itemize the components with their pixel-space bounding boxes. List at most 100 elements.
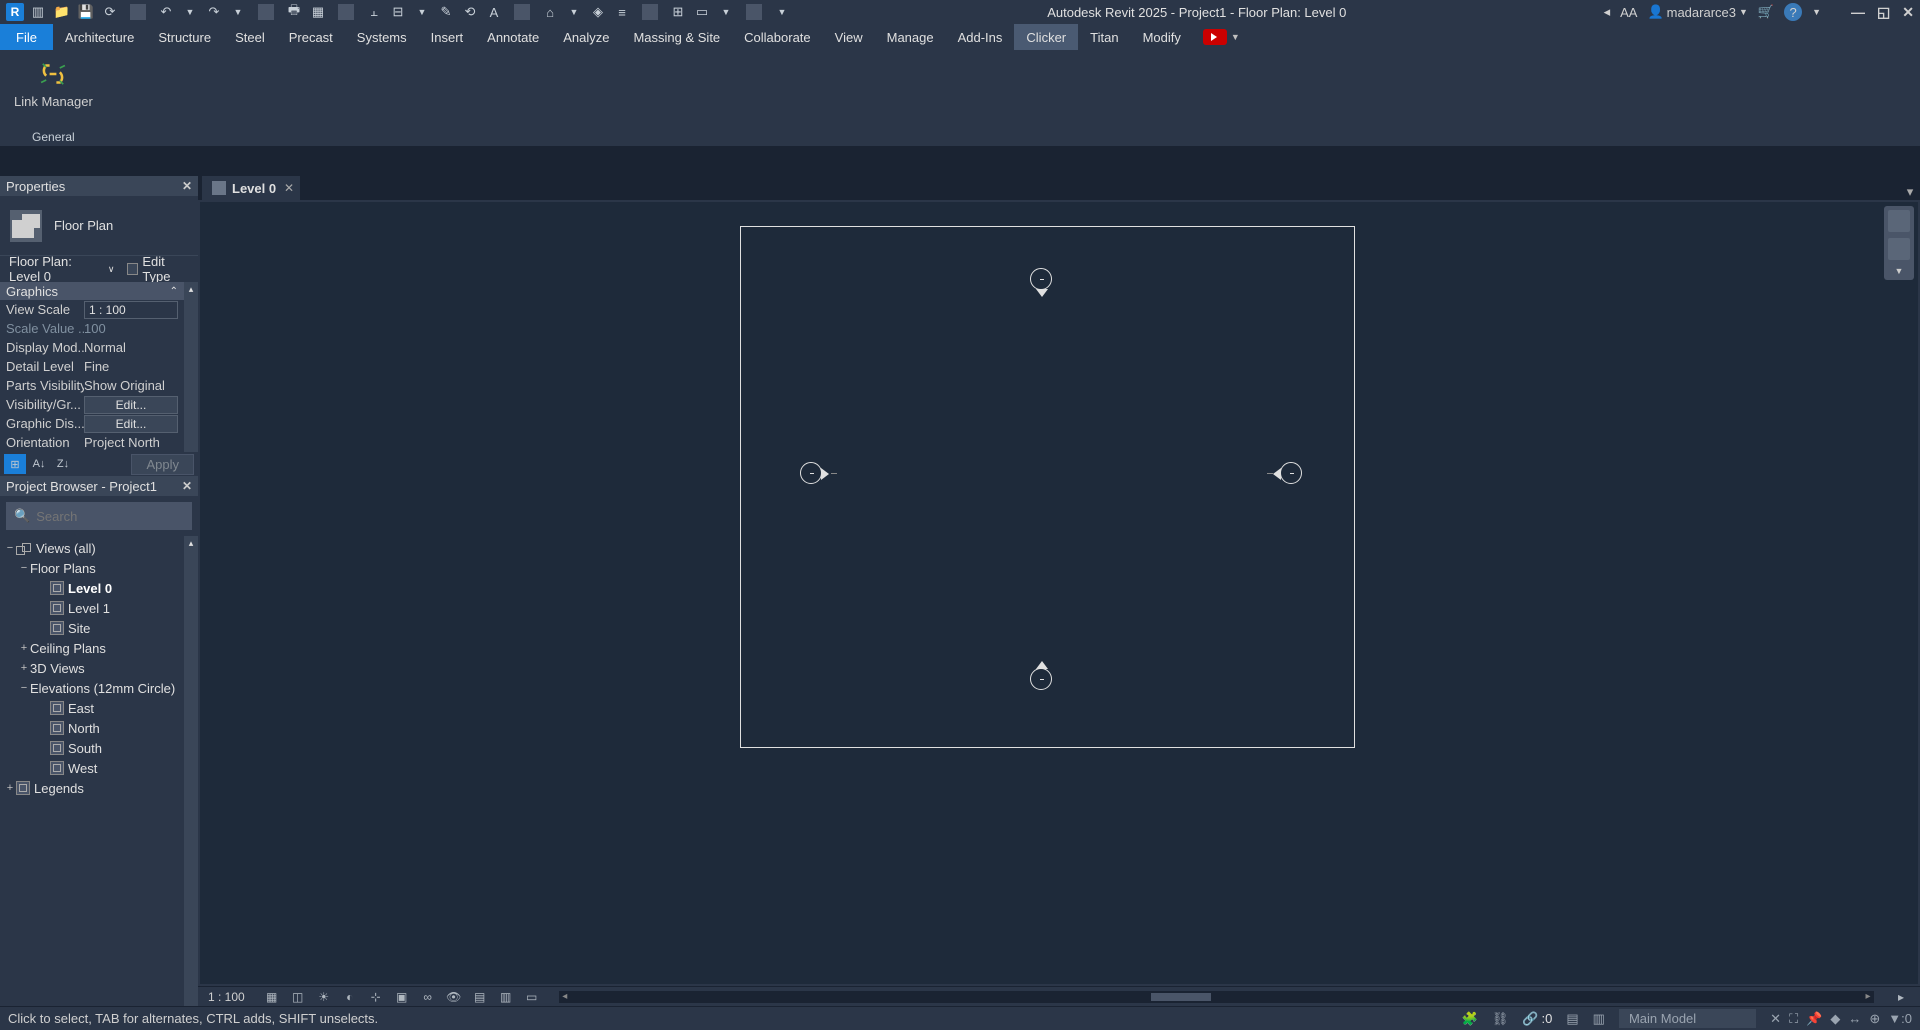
browser-header[interactable]: Project Browser - Project1 ✕	[0, 476, 198, 496]
qat-tag-icon[interactable]: ✎	[438, 4, 454, 20]
tree-views[interactable]: −Views (all)	[0, 538, 184, 558]
qat-sync-icon[interactable]: ⟳	[102, 4, 118, 20]
crop-icon[interactable]: ⊹	[367, 990, 385, 1004]
qat-text-icon[interactable]: A	[486, 4, 502, 20]
tree-east[interactable]: East	[0, 698, 184, 718]
qat-open-icon[interactable]: ▥	[30, 4, 46, 20]
qat-switch-icon[interactable]: ▭	[694, 4, 710, 20]
browser-scrollbar[interactable]: ▴	[184, 536, 198, 1006]
search-input[interactable]	[36, 509, 212, 524]
background-icon[interactable]: ⊕	[1869, 1011, 1880, 1027]
tree-site[interactable]: Site	[0, 618, 184, 638]
scroll-end-icon[interactable]: ▸	[1892, 990, 1910, 1004]
detail-level-icon[interactable]: ▦	[263, 990, 281, 1004]
menu-insert[interactable]: Insert	[419, 24, 476, 50]
drawing-canvas[interactable]: ▼	[200, 202, 1918, 984]
elevation-marker-west[interactable]	[800, 462, 822, 484]
gdo-edit-button[interactable]: Edit...	[84, 415, 178, 433]
elevation-marker-north[interactable]	[1030, 268, 1052, 290]
tree-north[interactable]: North	[0, 718, 184, 738]
main-model-dropdown[interactable]: Main Model	[1619, 1009, 1756, 1028]
link-manager-button[interactable]: Link Manager	[14, 56, 93, 109]
qat-folder-icon[interactable]: 📁	[54, 4, 70, 20]
close-icon[interactable]: ✕	[1902, 4, 1914, 21]
cart-icon[interactable]: 🛒	[1758, 4, 1774, 20]
revit-logo-icon[interactable]: R	[6, 3, 24, 21]
temp-hide-icon[interactable]: 👁	[445, 990, 463, 1004]
tree-3d[interactable]: +3D Views	[0, 658, 184, 678]
menu-structure[interactable]: Structure	[146, 24, 223, 50]
sun-path-icon[interactable]: ☀	[315, 990, 333, 1004]
elevation-marker-east[interactable]	[1280, 462, 1302, 484]
design-options-icon[interactable]: ▤	[1566, 1011, 1578, 1027]
select-underlay-icon[interactable]: ⛶	[1789, 1011, 1798, 1027]
zoom-icon[interactable]	[1888, 238, 1910, 260]
tree-floor-plans[interactable]: −Floor Plans	[0, 558, 184, 578]
properties-scrollbar[interactable]: ▴	[184, 282, 198, 452]
menu-architecture[interactable]: Architecture	[53, 24, 146, 50]
menu-file[interactable]: File	[0, 24, 53, 50]
close-icon[interactable]: ✕	[182, 179, 192, 193]
menu-systems[interactable]: Systems	[345, 24, 419, 50]
lock-icon[interactable]: ∞	[419, 990, 437, 1004]
youtube-icon[interactable]	[1203, 29, 1227, 45]
nav-back-icon[interactable]: ◂	[1604, 4, 1611, 20]
menu-steel[interactable]: Steel	[223, 24, 277, 50]
selection-count[interactable]: 🔗:0	[1522, 1011, 1552, 1027]
tab-options-icon[interactable]: ▾	[1900, 184, 1920, 200]
chevron-down-icon[interactable]: ▼	[1895, 266, 1904, 276]
menu-modify[interactable]: Modify	[1131, 24, 1193, 50]
chevron-down-icon[interactable]: ▼	[718, 4, 734, 20]
select-face-icon[interactable]: ◆	[1830, 1011, 1840, 1027]
minimize-icon[interactable]: —	[1851, 4, 1865, 21]
tree-west[interactable]: West	[0, 758, 184, 778]
menu-manage[interactable]: Manage	[875, 24, 946, 50]
menu-precast[interactable]: Precast	[277, 24, 345, 50]
reveal-icon[interactable]: ▤	[471, 990, 489, 1004]
tree-level1[interactable]: Level 1	[0, 598, 184, 618]
qat-dim-icon[interactable]: ⊟	[390, 4, 406, 20]
menu-addins[interactable]: Add-Ins	[946, 24, 1015, 50]
menu-analyze[interactable]: Analyze	[551, 24, 621, 50]
maximize-icon[interactable]: ◱	[1877, 4, 1890, 21]
menu-collaborate[interactable]: Collaborate	[732, 24, 823, 50]
collapse-icon[interactable]: ⌃	[170, 286, 178, 297]
workset-icon[interactable]: 🧩	[1462, 1011, 1478, 1027]
qat-redo-icon[interactable]: ↷	[206, 4, 222, 20]
view-scale-input[interactable]: 1 : 100	[84, 301, 178, 319]
menu-view[interactable]: View	[823, 24, 875, 50]
menu-massing[interactable]: Massing & Site	[621, 24, 732, 50]
help-icon[interactable]: ?	[1784, 3, 1802, 21]
chevron-down-icon[interactable]: ▼	[182, 4, 198, 20]
worksharing-icon[interactable]: AA	[1620, 5, 1637, 20]
worksharing-display-icon[interactable]: ▥	[497, 990, 515, 1004]
tree-level0[interactable]: Level 0	[0, 578, 184, 598]
sort-desc-icon[interactable]: Z↓	[52, 454, 74, 474]
tree-legends[interactable]: +Legends	[0, 778, 184, 798]
browser-search[interactable]: 🔍	[6, 502, 192, 530]
shadows-icon[interactable]: ◐	[341, 990, 359, 1004]
props-tool-icon[interactable]: ⊞	[4, 454, 26, 474]
chevron-down-icon[interactable]: ▼	[1231, 32, 1240, 42]
select-links-icon[interactable]: ✕	[1770, 1011, 1781, 1027]
design-options2-icon[interactable]: ▥	[1593, 1011, 1605, 1027]
select-pinned-icon[interactable]: 📌	[1806, 1011, 1822, 1027]
editable-only-icon[interactable]: ⛓	[1492, 1011, 1509, 1027]
type-selector[interactable]: Floor Plan	[0, 196, 198, 256]
chevron-down-icon[interactable]: ▼	[774, 4, 790, 20]
crop-show-icon[interactable]: ▣	[393, 990, 411, 1004]
horizontal-scrollbar[interactable]: ◂▸	[559, 991, 1874, 1003]
edit-type-button[interactable]: Edit Type	[123, 252, 194, 286]
menu-titan[interactable]: Titan	[1078, 24, 1130, 50]
qat-section-icon[interactable]: ◈	[590, 4, 606, 20]
elevation-marker-south[interactable]	[1030, 668, 1052, 690]
user-menu[interactable]: 👤 madararce3 ▼	[1647, 4, 1747, 20]
visual-style-icon[interactable]: ◫	[289, 990, 307, 1004]
parts-visibility-value[interactable]: Show Original	[84, 378, 178, 393]
qat-thin-icon[interactable]: ≡	[614, 4, 630, 20]
chevron-down-icon[interactable]: ▼	[414, 4, 430, 20]
filter-icon[interactable]: ▼:0	[1888, 1011, 1912, 1027]
full-nav-icon[interactable]	[1888, 210, 1910, 232]
qat-rotate-icon[interactable]: ⟲	[462, 4, 478, 20]
scroll-up-icon[interactable]: ▴	[184, 536, 198, 550]
